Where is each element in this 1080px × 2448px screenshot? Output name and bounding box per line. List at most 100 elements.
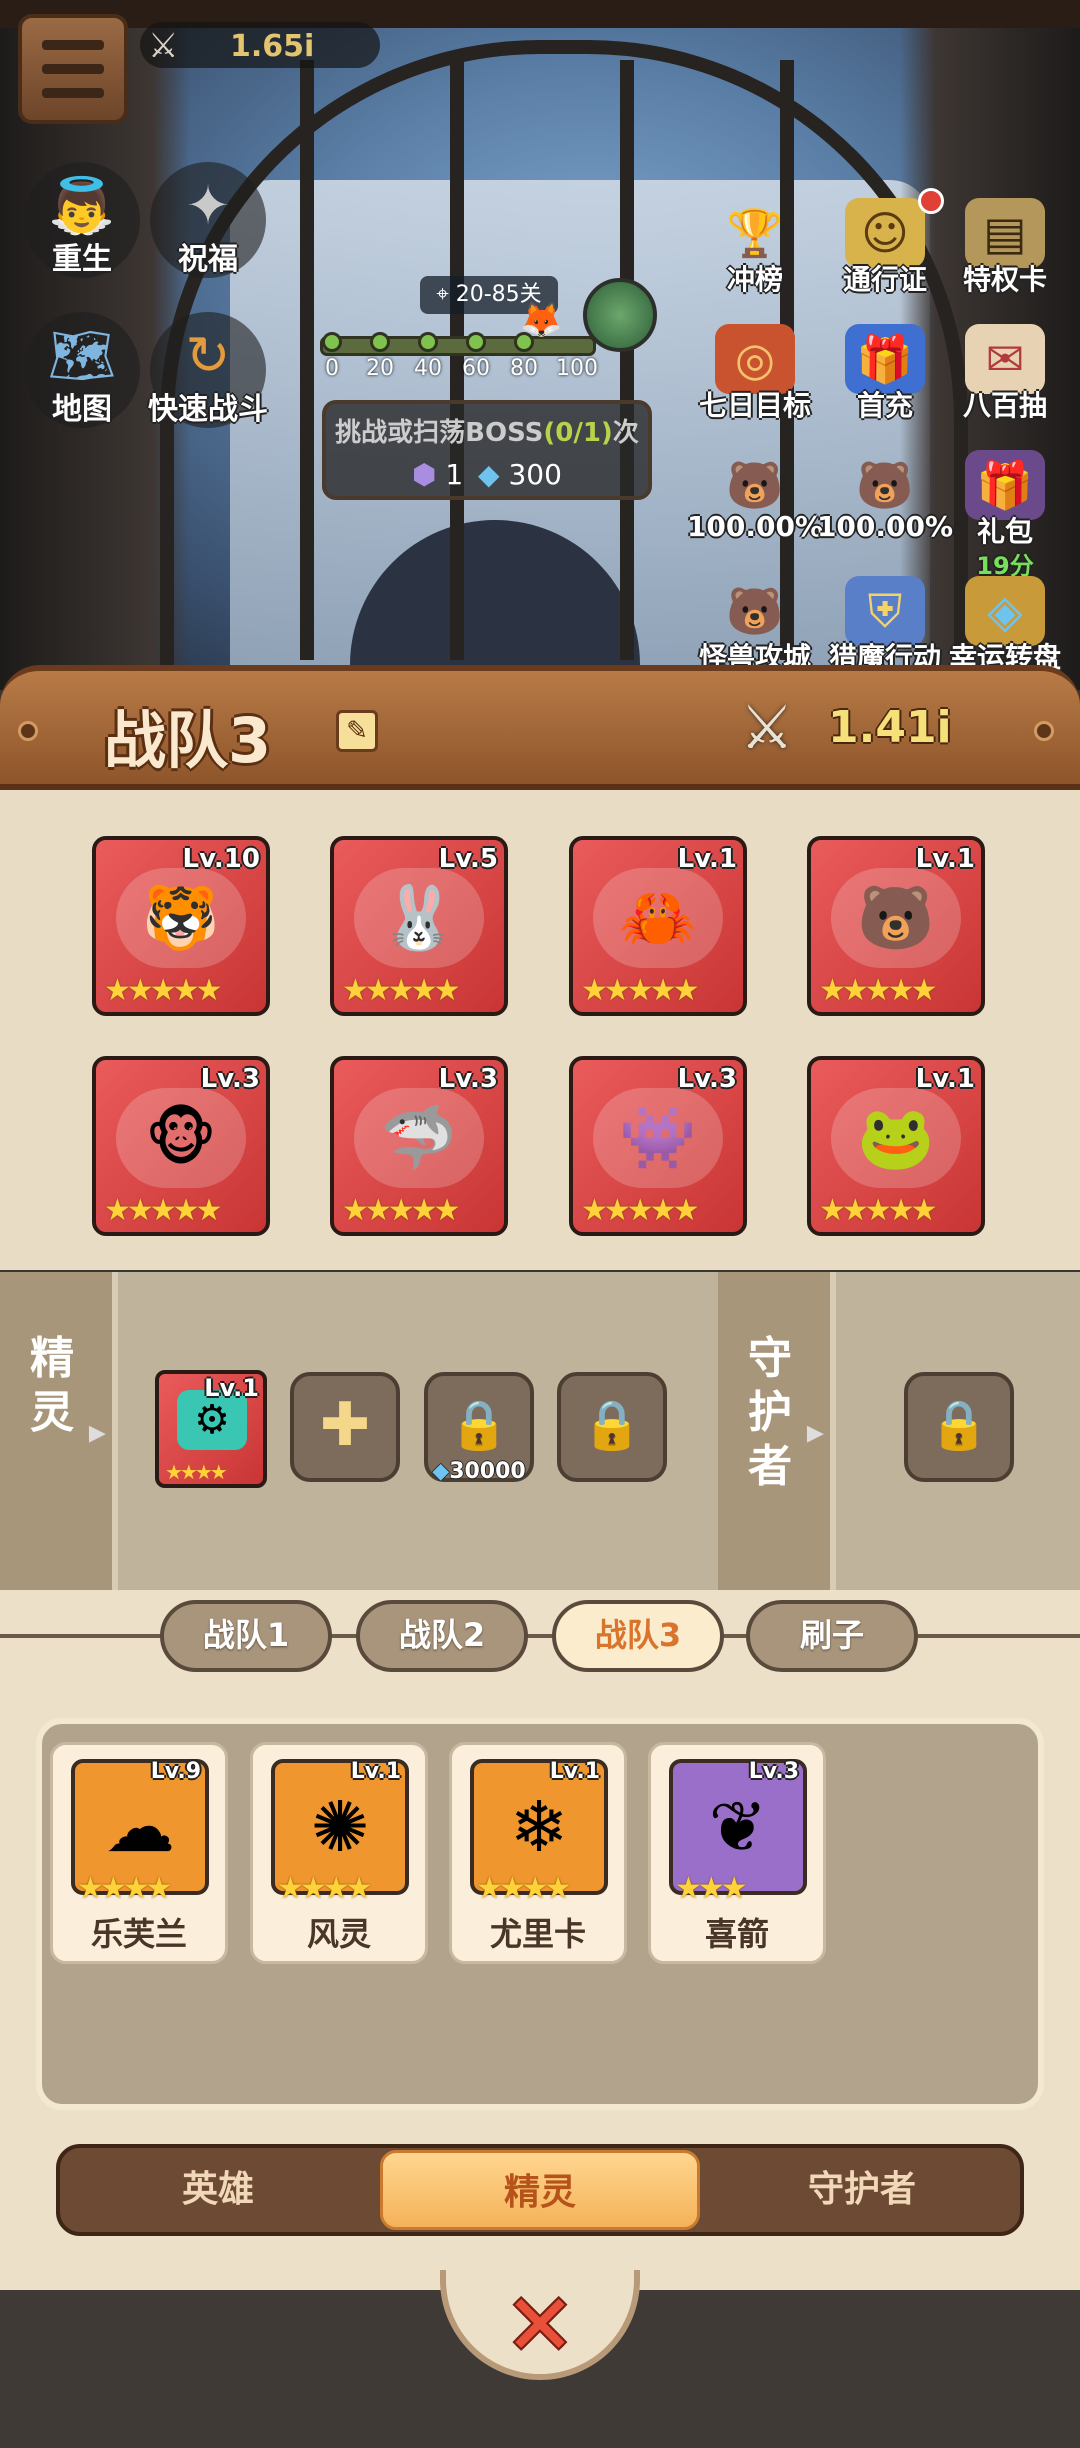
star-rating: ★★★★ <box>277 1871 373 1906</box>
star-rating: ★★★★ <box>165 1460 228 1484</box>
hero-card[interactable]: 🐰 Lv.5 ★★★★★ <box>330 836 508 1016</box>
star-rating: ★★★★★ <box>819 973 938 1008</box>
progress-tick: 40 <box>414 356 442 381</box>
blessing-label: 祝福 <box>178 242 238 277</box>
progress-tick: 100 <box>556 356 598 381</box>
progress-dot <box>418 332 438 352</box>
privilege-card-button[interactable]: ▤ 特权卡 <box>950 192 1060 302</box>
hero-card[interactable]: 🐸 Lv.1 ★★★★★ <box>807 1056 985 1236</box>
hero-card[interactable]: 🐵 Lv.3 ★★★★★ <box>92 1056 270 1236</box>
gem-cost: ◆ 300 <box>478 458 562 491</box>
world-globe-button[interactable] <box>583 278 657 352</box>
edit-team-name-button[interactable]: ✎ <box>336 710 378 752</box>
hero-card[interactable]: 🦈 Lv.3 ★★★★★ <box>330 1056 508 1236</box>
lucky-wheel-button[interactable]: ◈ 幸运转盘 <box>949 570 1061 680</box>
boss-challenge-button[interactable]: 挑战或扫荡BOSS(0/1)次 ⬢ 1 ◆ 300 <box>322 400 652 500</box>
chevron-right-icon: ▸ <box>806 1412 824 1452</box>
divider <box>112 1272 118 1590</box>
segment-spirits[interactable]: 精灵 <box>380 2150 700 2230</box>
chevron-right-icon: ▸ <box>88 1412 106 1452</box>
equipped-spirit-card[interactable]: ⚙ Lv.1 ★★★★ <box>155 1370 267 1488</box>
progress-dot <box>370 332 390 352</box>
hero-card[interactable]: 🐻 Lv.1 ★★★★★ <box>807 836 985 1016</box>
tab-team-3[interactable]: 战队3 <box>552 1600 724 1672</box>
add-spirit-slot[interactable]: ✚ <box>290 1372 400 1482</box>
fast-battle-label: 快速战斗 <box>148 392 268 427</box>
guardian-label-text: 守护者 <box>748 1333 792 1492</box>
energy-cost: ⬢ 1 <box>412 458 463 491</box>
lock-icon: 🔒 <box>929 1397 989 1453</box>
800-draw-button[interactable]: ✉ 八百抽 <box>950 318 1060 428</box>
crossed-swords-icon: ⚔ <box>740 693 794 763</box>
tab-team-1[interactable]: 战队1 <box>160 1600 332 1672</box>
locked-slot-purchasable[interactable]: 🔒 ◆30000 <box>424 1372 534 1484</box>
monkey-king-icon: 🐵 <box>116 1088 246 1188</box>
hooded-reaper-icon: 👾 <box>593 1088 723 1188</box>
locked-slot[interactable]: 🔒 <box>557 1372 667 1482</box>
gift-pack-button[interactable]: 🎁 礼包 19分 <box>950 444 1060 580</box>
diamond-icon: ◆ <box>478 458 500 491</box>
rebirth-button[interactable]: 👼 重生 <box>24 162 140 278</box>
spirit-card[interactable]: ☁ Lv.9 ★★★★ 乐芙兰 <box>50 1742 228 1964</box>
fox-runner-icon: 🦊 <box>520 300 563 340</box>
tab-team-2[interactable]: 战队2 <box>356 1600 528 1672</box>
spirit-name: 风灵 <box>306 1915 371 1953</box>
total-power: ⚔ 1.65i <box>140 22 380 68</box>
map-button[interactable]: 🗺 地图 <box>24 312 140 428</box>
diamond-icon: ◆ <box>432 1459 450 1484</box>
spirit-level: Lv.1 <box>350 1759 401 1784</box>
notification-dot <box>918 188 944 214</box>
hero-level: Lv.3 <box>438 1064 498 1094</box>
energy-icon: ⬢ <box>412 458 437 491</box>
boss-count: (0/1) <box>543 418 613 448</box>
spirit-card[interactable]: ❄ Lv.1 ★★★★ 尤里卡 <box>449 1742 627 1964</box>
hero-level: Lv.10 <box>182 844 260 874</box>
boss-challenge-text: 挑战或扫荡BOSS(0/1)次 <box>326 412 648 449</box>
gift-pack-label: 礼包 <box>976 515 1033 548</box>
spirit-level: Lv.1 <box>204 1374 259 1402</box>
hero-level: Lv.5 <box>438 844 498 874</box>
progress-tick: 20 <box>366 356 394 381</box>
spirit-name: 尤里卡 <box>489 1915 586 1953</box>
spirit-label-text: 精灵 <box>30 1333 74 1438</box>
spirit-level: Lv.3 <box>748 1759 799 1784</box>
spirit-name: 喜箭 <box>704 1915 769 1953</box>
shark-pirate-icon: 🦈 <box>354 1088 484 1188</box>
star-rating: ★★★ <box>675 1871 748 1906</box>
total-power-value: 1.65i <box>230 29 315 64</box>
guardian-section-label: 守护者 ▸ <box>718 1272 830 1590</box>
progress-tick: 0 <box>325 356 339 381</box>
star-rating: ★★★★★ <box>581 973 700 1008</box>
bunny-hat-kid-icon: 🐰 <box>354 868 484 968</box>
fast-battle-button[interactable]: ↻ 快速战斗 <box>148 312 268 428</box>
blessing-button[interactable]: ✦ 祝福 <box>150 162 266 278</box>
boss-text: 挑战或扫荡BOSS <box>335 418 544 448</box>
spirit-card[interactable]: ✺ Lv.1 ★★★★ 风灵 <box>250 1742 428 1964</box>
hero-level: Lv.3 <box>200 1064 260 1094</box>
star-rating: ★★★★ <box>476 1871 572 1906</box>
unlock-cost-value: 30000 <box>449 1459 526 1484</box>
hero-level: Lv.3 <box>677 1064 737 1094</box>
800-draw-label: 八百抽 <box>962 389 1047 422</box>
team-title: 战队3 <box>104 704 272 777</box>
progress-dot <box>466 332 486 352</box>
close-button[interactable]: ✕ <box>497 2282 583 2368</box>
gem-cost-value: 300 <box>508 458 562 491</box>
main-menu-button[interactable] <box>18 14 128 124</box>
hero-level: Lv.1 <box>915 844 975 874</box>
progress-tick: 80 <box>510 356 538 381</box>
edit-icon: ✎ <box>346 716 368 746</box>
spirit-name: 乐芙兰 <box>90 1915 187 1953</box>
crab-icon: 🦀 <box>593 868 723 968</box>
segment-guardians[interactable]: 守护者 <box>702 2150 1022 2230</box>
star-rating: ★★★★ <box>77 1871 173 1906</box>
guardian-locked-slot[interactable]: 🔒 <box>904 1372 1014 1482</box>
hero-card[interactable]: 🦀 Lv.1 ★★★★★ <box>569 836 747 1016</box>
hero-card[interactable]: 👾 Lv.3 ★★★★★ <box>569 1056 747 1236</box>
lock-icon: 🔒 <box>582 1397 642 1453</box>
spirit-card[interactable]: ❦ Lv.3 ★★★ 喜箭 <box>648 1742 826 1964</box>
nail <box>1034 721 1054 741</box>
hero-card[interactable]: 🐯 Lv.10 ★★★★★ <box>92 836 270 1016</box>
tab-brush[interactable]: 刷子 <box>746 1600 918 1672</box>
segment-heroes[interactable]: 英雄 <box>58 2150 378 2230</box>
